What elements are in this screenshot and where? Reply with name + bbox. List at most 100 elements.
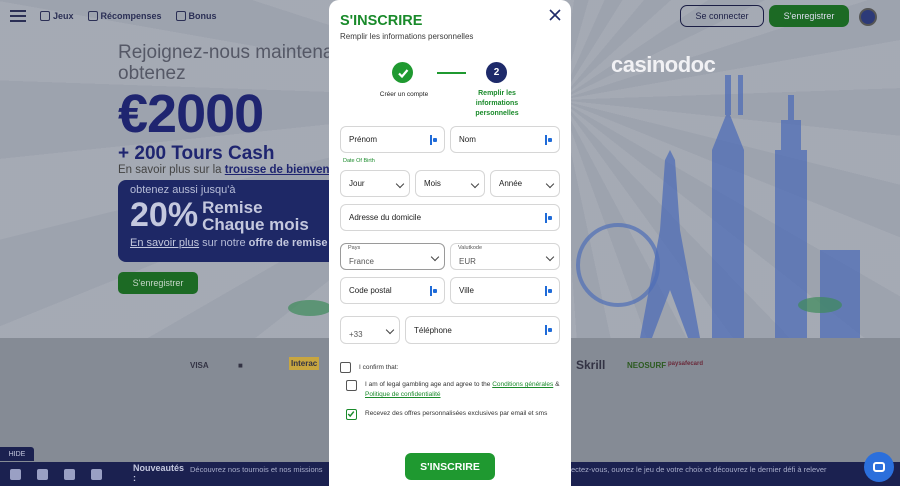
close-icon[interactable] [548,8,562,22]
day-select[interactable]: Jour [340,170,410,197]
bonus-icon [175,11,186,21]
modal-subtitle: Remplir les informations personnelles [340,32,474,41]
checkmark-icon [397,68,408,78]
day-placeholder: Jour [349,179,365,188]
confirm-all-label: I confirm that: [359,364,399,371]
visa-logo: VISA [190,361,209,370]
year-placeholder: Année [499,179,523,188]
neosurf-logo: NEOSURF [627,361,667,370]
casinodoc-logo: casinodoc [611,52,716,77]
nav-item-bonus[interactable]: Bonus [175,11,217,21]
last-name-placeholder: Nom [459,135,476,144]
address-field[interactable]: Adresse du domicile [340,204,560,231]
currency-label: Valutkode [458,245,483,251]
chevron-down-icon [395,179,405,189]
chevron-down-icon [385,325,395,335]
checkmark-icon [347,411,355,418]
first-name-placeholder: Prénom [349,135,378,144]
menu-icon[interactable] [10,10,26,22]
signup-modal: S'INSCRIRE Remplir les informations pers… [329,0,571,486]
submit-button[interactable]: S'INSCRIRE [405,453,495,480]
rewards-icon [87,11,98,21]
promo-monthly: Chaque mois [202,214,309,234]
nav-item-rewards[interactable]: Récompenses [87,11,162,21]
language-flag-icon[interactable] [859,8,877,26]
step-1-label: Créer un compte [379,91,429,98]
news-label-text: Nouveautés [133,463,185,473]
offers-checkbox[interactable] [346,409,357,420]
nav-item-label: Jeux [53,11,74,21]
home-icon[interactable] [10,468,21,480]
promo-percent: 20% [130,196,199,234]
news-ticker: Découvrez nos tournois et nos missions [190,465,323,474]
modal-title: S'INSCRIRE [340,13,423,29]
year-select[interactable]: Année [490,170,560,197]
step-1-complete [392,62,413,83]
offers-label: Recevez des offres personnalisées exclus… [365,410,548,417]
autofill-icon [430,286,438,296]
promo-more-mid: sur notre [199,237,249,249]
promo-intro: obtenez aussi jusqu'à [130,184,236,196]
promo-more: En savoir plus sur notre offre de remise [130,237,336,249]
postal-code-field[interactable]: Code postal [340,277,445,304]
terms-link[interactable]: Conditions générales [492,381,553,388]
phone-code-select[interactable]: +33 [340,316,400,344]
chat-icon [873,462,885,472]
month-placeholder: Mois [424,179,441,188]
country-label: Pays [348,245,361,251]
chevron-down-icon [430,252,440,262]
terms-checkbox[interactable] [346,380,357,391]
terms-label: I am of legal gambling age and agree to … [365,380,561,400]
nav-item-label: Récompenses [100,11,162,21]
games-icon [40,11,50,21]
autofill-icon [545,135,553,145]
chevron-down-icon [545,252,555,262]
postal-code-placeholder: Code postal [349,286,392,295]
skrill-logo: Skrill [576,358,606,372]
city-placeholder: Ville [459,286,474,295]
chevron-down-icon [470,179,480,189]
hide-tab[interactable]: HIDE [0,447,34,461]
news-label-colon: : [133,473,136,483]
privacy-link[interactable]: Politique de confidentialité [365,391,441,398]
dob-label: Date Of Birth [343,158,375,164]
register-button[interactable]: S'enregistrer [769,5,849,27]
promo-percent-row: 20% Remise Chaque mois [130,196,336,235]
step-2-label: Remplir les informations personnelles [475,90,519,117]
month-select[interactable]: Mois [415,170,485,197]
hero-register-button[interactable]: S'enregistrer [118,272,198,294]
promo-remise: Remise Chaque mois [202,199,309,233]
confirm-all-checkbox[interactable] [340,362,351,373]
promo-more-link[interactable]: En savoir plus [130,237,199,249]
login-button[interactable]: Se connecter [680,5,764,27]
welcome-kit-prefix: En savoir plus sur la [118,164,225,176]
city-field[interactable]: Ville [450,277,560,304]
clock-icon[interactable] [91,468,102,480]
step-2-current: 2 [486,62,507,83]
phone-placeholder: Téléphone [414,325,452,335]
casino-icon[interactable] [64,468,75,480]
last-name-field[interactable]: Nom [450,126,560,153]
first-name-field[interactable]: Prénom [340,126,445,153]
welcome-kit-link[interactable]: trousse de bienvenue [225,164,343,176]
nav-item-label: Bonus [188,11,217,21]
chevron-down-icon [545,179,555,189]
autofill-icon [545,325,553,335]
star-icon[interactable] [37,468,48,480]
terms-mid: & [553,381,560,388]
autofill-icon [545,286,553,296]
interac-logo: Interac [289,357,320,370]
terms-prefix: I am of legal gambling age and agree to … [365,381,493,388]
currency-value: EUR [459,256,476,266]
promo-offer-name: offre de remise [248,237,328,249]
news-label: Nouveautés: [133,463,184,483]
phone-code-value: +33 [349,330,363,339]
chat-button[interactable] [864,452,894,482]
address-placeholder: Adresse du domicile [349,213,422,222]
autofill-icon [545,213,553,223]
phone-field[interactable]: Téléphone [405,316,560,344]
autofill-icon [430,135,438,145]
news-ticker-right: ectez-vous, ouvrez le jeu de votre choix… [571,465,827,474]
nav-item-games[interactable]: Jeux [40,11,74,21]
step-connector [437,72,466,74]
